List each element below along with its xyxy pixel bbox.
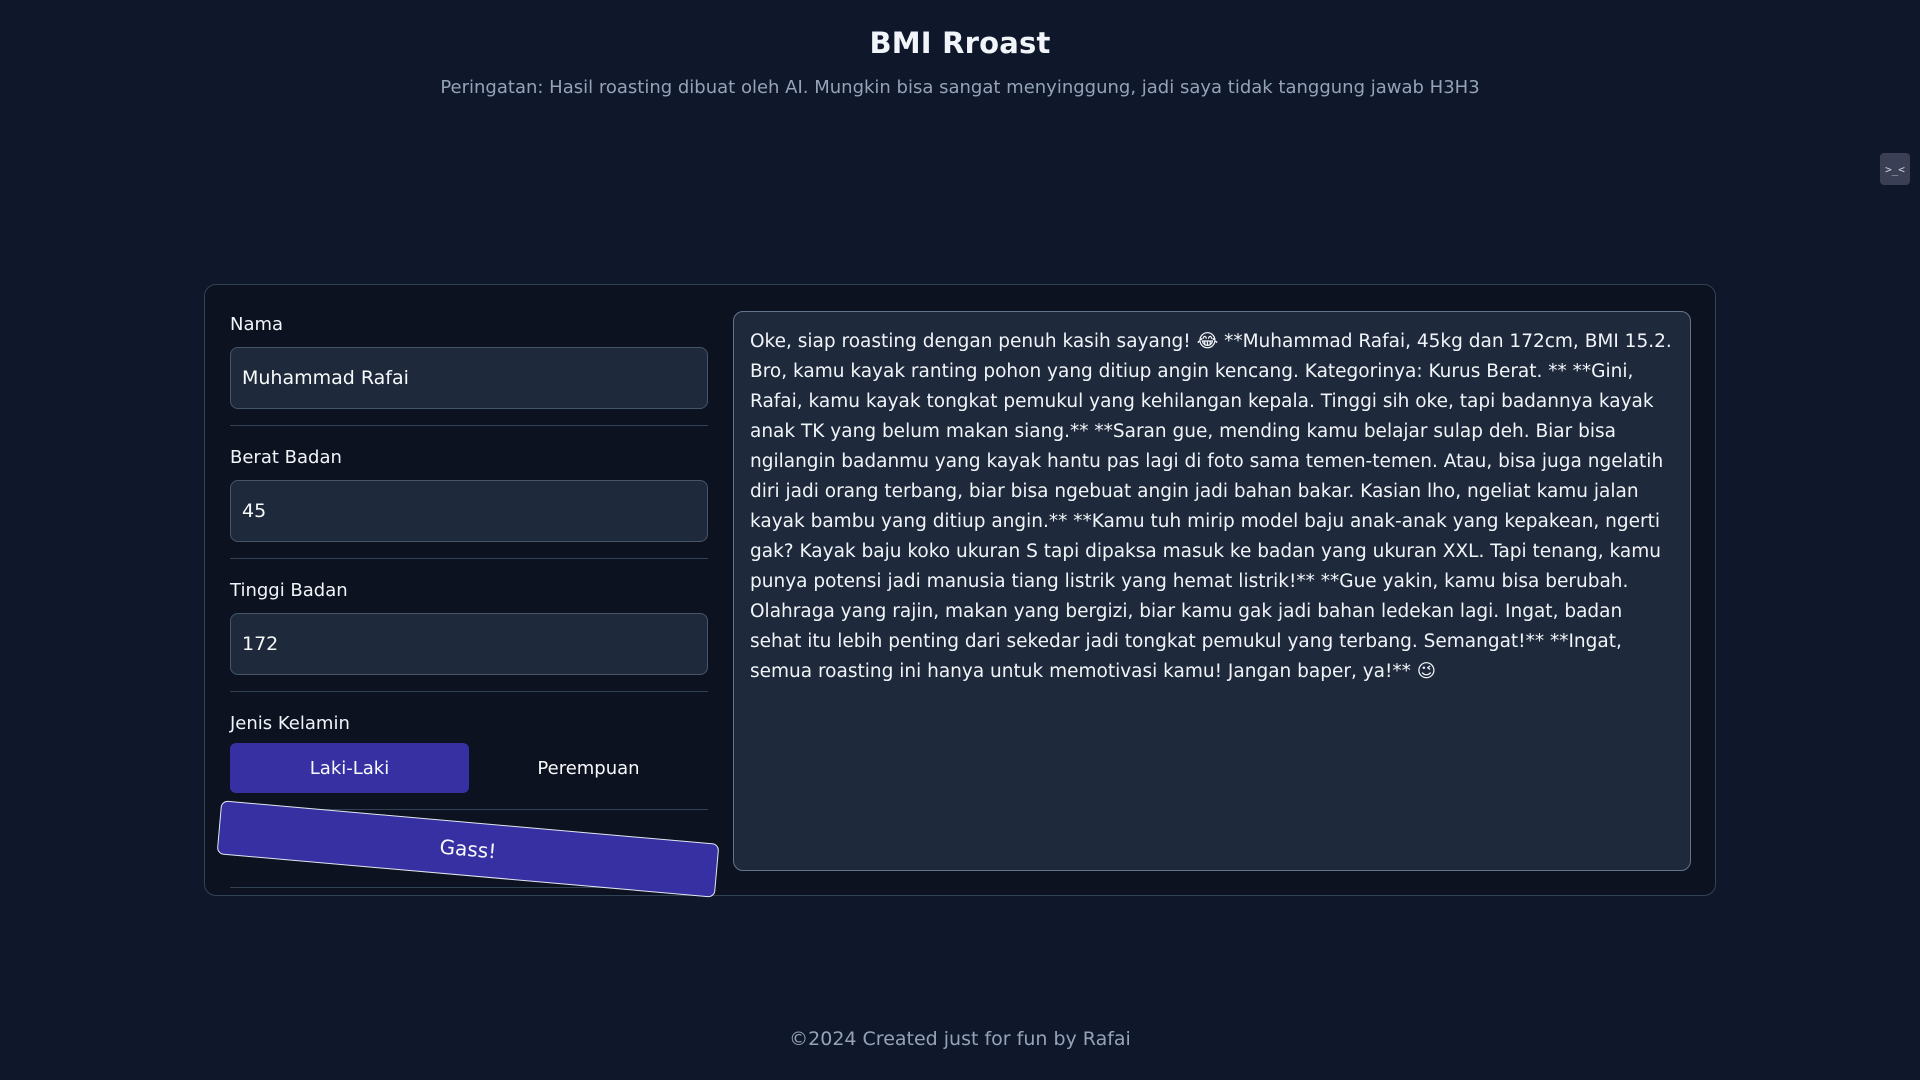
weight-label: Berat Badan (230, 447, 342, 468)
name-input[interactable]: Muhammad Rafai (230, 347, 708, 409)
gender-female-button[interactable]: Perempuan (469, 743, 708, 793)
gender-male-button[interactable]: Laki-Laki (230, 743, 469, 793)
name-field-group: Nama Muhammad Rafai (230, 313, 708, 426)
gender-toggle: Laki-Laki Perempuan (230, 743, 708, 793)
gender-label: Jenis Kelamin (230, 713, 350, 734)
weight-input[interactable]: 45 (230, 480, 708, 542)
height-field-group: Tinggi Badan 172 (230, 559, 708, 692)
page-title: BMI Rroast (869, 26, 1051, 60)
roast-result-box: Oke, siap roasting dengan penuh kasih sa… (733, 311, 1691, 871)
page: BMI Rroast Peringatan: Hasil roasting di… (0, 0, 1920, 1080)
height-input[interactable]: 172 (230, 613, 708, 675)
header: BMI Rroast Peringatan: Hasil roasting di… (0, 26, 1920, 98)
submit-wrap: Gass! (216, 800, 720, 898)
height-label: Tinggi Badan (230, 580, 348, 601)
footer-credit: ©2024 Created just for fun by Rafai (789, 1028, 1131, 1050)
weight-field-group: Berat Badan 45 (230, 426, 708, 559)
name-label: Nama (230, 314, 284, 335)
gender-field-group: Jenis Kelamin Laki-Laki Perempuan (230, 692, 708, 810)
main-card: Nama Muhammad Rafai Berat Badan 45 Tingg… (204, 284, 1716, 898)
extension-icon[interactable]: >_< (1880, 153, 1910, 185)
submit-button[interactable]: Gass! (216, 800, 720, 898)
bmi-form: Nama Muhammad Rafai Berat Badan 45 Tingg… (216, 313, 720, 898)
page-subtitle: Peringatan: Hasil roasting dibuat oleh A… (440, 77, 1480, 98)
